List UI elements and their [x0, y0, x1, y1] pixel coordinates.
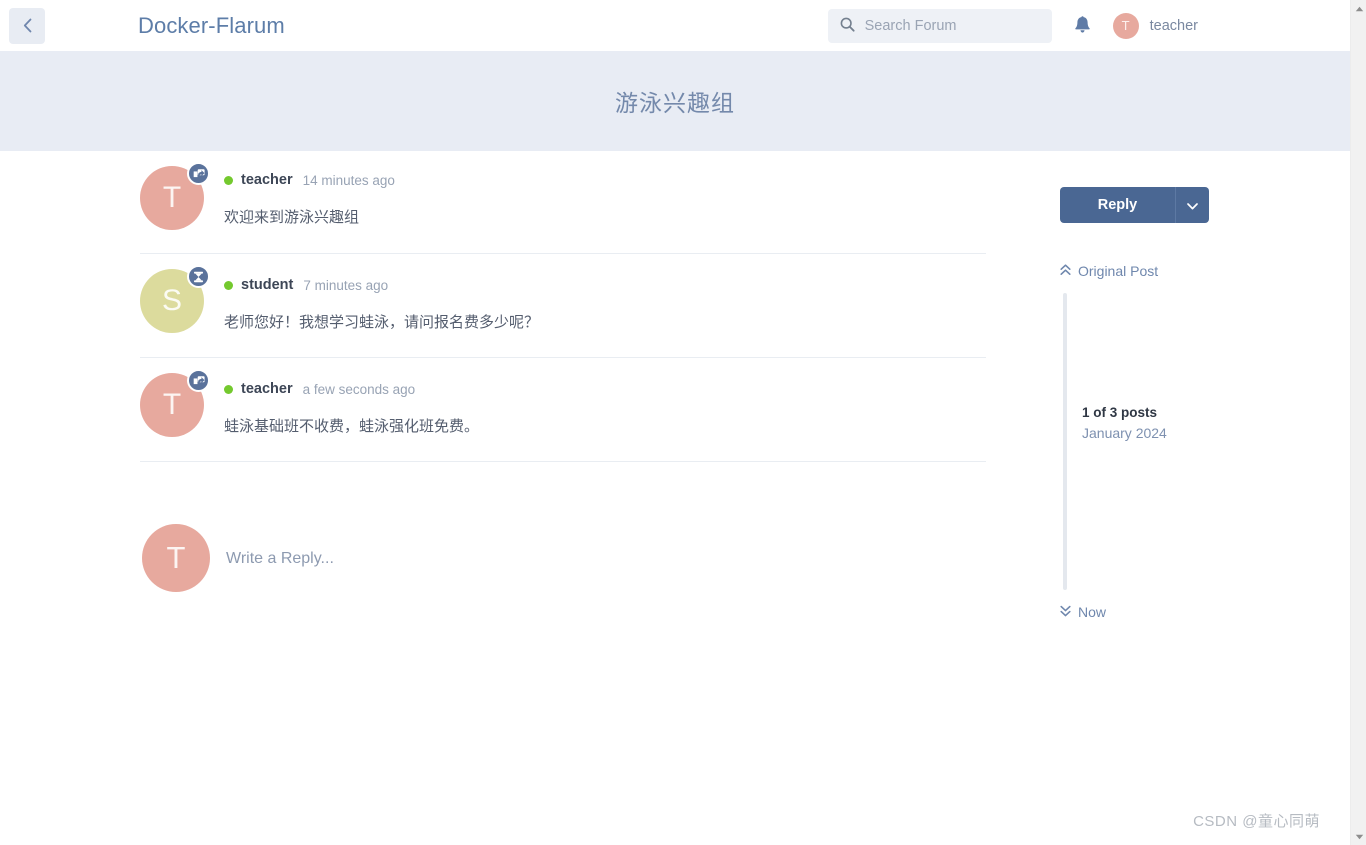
post-author[interactable]: teacher: [241, 381, 293, 397]
reply-button[interactable]: Reply: [1060, 187, 1175, 223]
reply-badge-icon: [187, 162, 210, 185]
scrubber-top-label: Original Post: [1078, 263, 1159, 279]
post-timestamp[interactable]: 14 minutes ago: [303, 173, 395, 188]
search-box[interactable]: [827, 8, 1052, 43]
main-content: T teacher 14 minutes ago 欢迎来到游泳兴趣组 S stu…: [0, 151, 1350, 845]
post-avatar[interactable]: T: [140, 369, 210, 437]
reply-dropdown-button[interactable]: [1175, 187, 1209, 223]
chevron-left-icon: [23, 18, 32, 33]
page-title: 游泳兴趣组: [615, 90, 735, 116]
user-name: teacher: [1149, 17, 1198, 34]
vertical-scrollbar[interactable]: [1350, 0, 1366, 845]
discussion-hero: 游泳兴趣组: [0, 51, 1350, 151]
post-header: student 7 minutes ago: [224, 276, 986, 294]
online-status-icon: [224, 175, 233, 185]
search-icon: [840, 17, 855, 35]
app-header: Docker-Flarum T teacher: [0, 0, 1350, 51]
reply-input-placeholder[interactable]: Write a Reply...: [226, 550, 334, 568]
post-scrubber: Original Post 1 of 3 posts January 2024: [1060, 263, 1240, 620]
online-status-icon: [224, 384, 233, 394]
post-author[interactable]: teacher: [241, 172, 293, 188]
chevrons-up-icon: [1060, 263, 1071, 279]
scroll-down-arrow-icon[interactable]: [1351, 828, 1366, 845]
post-content: teacher 14 minutes ago 欢迎来到游泳兴趣组: [224, 171, 986, 230]
scrubber-now-link[interactable]: Now: [1060, 604, 1240, 620]
avatar: T: [1112, 12, 1139, 39]
brand-title[interactable]: Docker-Flarum: [138, 13, 285, 39]
reply-badge-icon: [187, 369, 210, 392]
post-content: teacher a few seconds ago 蛙泳基础班不收费，蛙泳强化班…: [224, 380, 986, 439]
header-right-group: T teacher: [827, 8, 1350, 43]
post-avatar[interactable]: S: [140, 265, 210, 333]
back-button[interactable]: [9, 7, 45, 44]
chevron-down-icon: [1187, 198, 1198, 213]
post-item: S student 7 minutes ago 老师您好！我想学习蛙泳，请问报名…: [140, 254, 986, 358]
post-content: student 7 minutes ago 老师您好！我想学习蛙泳，请问报名费多…: [224, 276, 986, 335]
scroll-up-arrow-icon[interactable]: [1351, 0, 1366, 17]
scrubber-position-info: 1 of 3 posts January 2024: [1082, 405, 1167, 441]
page-viewport: Docker-Flarum T teacher: [0, 0, 1350, 845]
post-header: teacher 14 minutes ago: [224, 171, 986, 189]
scrubber-original-post-link[interactable]: Original Post: [1060, 263, 1240, 279]
chevrons-down-icon: [1060, 604, 1071, 620]
post-body: 老师您好！我想学习蛙泳，请问报名费多少呢？: [224, 314, 540, 331]
avatar: T: [142, 524, 210, 592]
post-author[interactable]: student: [241, 277, 293, 293]
bell-icon[interactable]: [1074, 15, 1091, 37]
reply-composer[interactable]: T Write a Reply...: [140, 524, 986, 634]
post-body: 欢迎来到游泳兴趣组: [224, 209, 360, 226]
post-stream: T teacher 14 minutes ago 欢迎来到游泳兴趣组 S stu…: [140, 151, 986, 634]
scrubber-bottom-label: Now: [1078, 604, 1107, 620]
post-timestamp[interactable]: 7 minutes ago: [303, 278, 388, 293]
post-timestamp[interactable]: a few seconds ago: [303, 382, 416, 397]
post-avatar[interactable]: T: [140, 162, 210, 230]
scrubber-date: January 2024: [1082, 425, 1167, 441]
hourglass-badge-icon: [187, 265, 210, 288]
post-header: teacher a few seconds ago: [224, 380, 986, 398]
search-input[interactable]: [864, 17, 1040, 34]
reply-button-group: Reply: [1060, 187, 1209, 223]
post-body: 蛙泳基础班不收费，蛙泳强化班免费。: [224, 418, 480, 435]
scrollbar-thumb[interactable]: [1353, 17, 1365, 657]
scrubber-count: 1 of 3 posts: [1082, 405, 1158, 420]
watermark: CSDN @童心同萌: [1193, 813, 1320, 830]
post-item: T teacher 14 minutes ago 欢迎来到游泳兴趣组: [140, 151, 986, 254]
user-menu[interactable]: T teacher: [1112, 12, 1198, 39]
post-item: T teacher a few seconds ago 蛙泳基础班不收费，蛙泳强…: [140, 358, 986, 462]
scrubber-track[interactable]: 1 of 3 posts January 2024: [1063, 293, 1167, 590]
discussion-sidebar: Reply Original Post 1 of 3 posts January…: [1060, 151, 1240, 620]
online-status-icon: [224, 280, 233, 290]
